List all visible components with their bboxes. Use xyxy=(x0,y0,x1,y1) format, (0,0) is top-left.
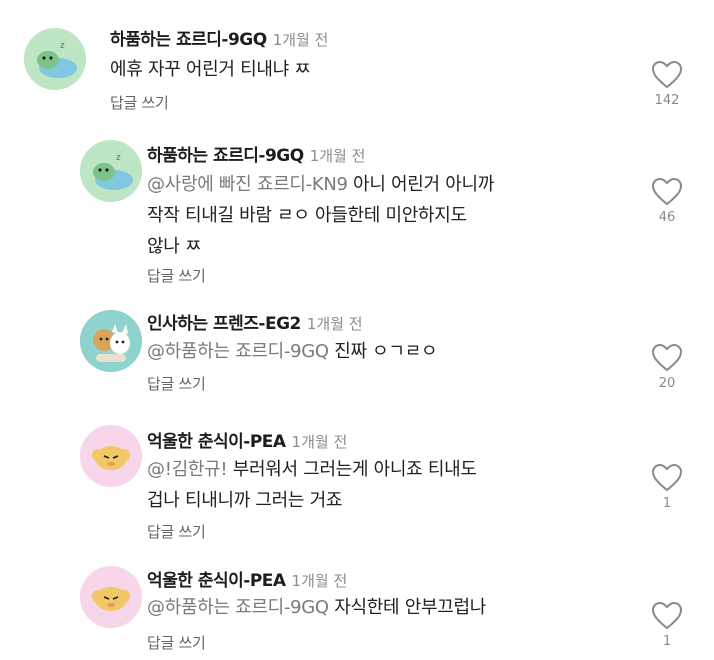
like-button[interactable]: 1 xyxy=(647,601,687,649)
mention-link[interactable]: @사랑에 빠진 죠르디-KN9 xyxy=(147,174,348,195)
comment-header: 억울한 춘식이-PEA 1개월 전 xyxy=(147,566,347,591)
like-count: 142 xyxy=(654,93,680,108)
comment-line: 진짜 ㅇㄱㄹㅇ xyxy=(328,341,438,362)
comment-header: 억울한 춘식이-PEA 1개월 전 xyxy=(147,427,347,452)
username[interactable]: 억울한 춘식이-PEA xyxy=(147,432,286,452)
heart-outline-icon xyxy=(651,463,683,492)
comment-text: @하품하는 죠르디-9GQ 진짜 ㅇㄱㄹㅇ xyxy=(147,336,438,367)
username[interactable]: 하품하는 죠르디-9GQ xyxy=(110,30,267,50)
comment-text: @사랑에 빠진 죠르디-KN9 아니 어린거 아니까 작작 티내길 바람 ㄹㅇ … xyxy=(147,169,494,262)
comment-line: 겁나 티내니까 그러는 거죠 xyxy=(147,490,343,511)
avatar[interactable] xyxy=(80,425,142,487)
like-button[interactable]: 20 xyxy=(647,343,687,391)
like-count: 20 xyxy=(658,376,676,391)
jordy-avatar-icon: z xyxy=(24,28,86,90)
mention-link[interactable]: @하품하는 죠르디-9GQ xyxy=(147,597,329,618)
comment-line: 에휴 자꾸 어린거 티내냐 ㅉ xyxy=(110,59,311,80)
like-button[interactable]: 142 xyxy=(647,60,687,108)
friends-avatar-icon xyxy=(80,310,142,372)
username[interactable]: 인사하는 프렌즈-EG2 xyxy=(147,314,301,334)
comment-header: 하품하는 죠르디-9GQ 1개월 전 xyxy=(147,141,365,166)
comment-line: 않나 ㅉ xyxy=(147,236,202,257)
heart-outline-icon xyxy=(651,60,683,89)
comment-text: @!김한규! 부러워서 그러는게 아니죠 티내도 겁나 티내니까 그러는 거죠 xyxy=(147,454,477,516)
reply-button[interactable]: 답글 쓰기 xyxy=(147,265,206,286)
username[interactable]: 하품하는 죠르디-9GQ xyxy=(147,146,304,166)
like-count: 1 xyxy=(662,496,672,511)
reply-button[interactable]: 답글 쓰기 xyxy=(147,373,206,394)
mention-link[interactable]: @!김한규! xyxy=(147,459,228,480)
like-button[interactable]: 46 xyxy=(647,177,687,225)
svg-text:z: z xyxy=(60,41,65,51)
comment-text: @하품하는 죠르디-9GQ 자식한테 안부끄럽나 xyxy=(147,592,486,623)
mention-link[interactable]: @하품하는 죠르디-9GQ xyxy=(147,341,329,362)
heart-outline-icon xyxy=(651,177,683,206)
choonsik-avatar-icon xyxy=(80,425,142,487)
reply-button[interactable]: 답글 쓰기 xyxy=(147,521,206,542)
comment-text: 에휴 자꾸 어린거 티내냐 ㅉ xyxy=(110,54,311,85)
timestamp: 1개월 전 xyxy=(291,572,348,590)
comment-header: 인사하는 프렌즈-EG2 1개월 전 xyxy=(147,309,363,334)
comment-line: 자식한테 안부끄럽나 xyxy=(328,597,486,618)
choonsik-avatar-icon xyxy=(80,566,142,628)
comment-line: 부러워서 그러는게 아니죠 티내도 xyxy=(227,459,477,480)
reply-button[interactable]: 답글 쓰기 xyxy=(110,92,169,113)
heart-outline-icon xyxy=(651,601,683,630)
avatar[interactable] xyxy=(80,310,142,372)
heart-outline-icon xyxy=(651,343,683,372)
like-button[interactable]: 1 xyxy=(647,463,687,511)
timestamp: 1개월 전 xyxy=(309,147,366,165)
reply-button[interactable]: 답글 쓰기 xyxy=(147,632,206,653)
timestamp: 1개월 전 xyxy=(272,31,329,49)
comment-line: 작작 티내길 바람 ㄹㅇ 아들한테 미안하지도 xyxy=(147,205,467,226)
username[interactable]: 억울한 춘식이-PEA xyxy=(147,571,286,591)
avatar[interactable]: z xyxy=(80,140,142,202)
avatar[interactable]: z xyxy=(24,28,86,90)
avatar[interactable] xyxy=(80,566,142,628)
timestamp: 1개월 전 xyxy=(306,315,363,333)
like-count: 46 xyxy=(658,210,676,225)
svg-text:z: z xyxy=(116,153,121,163)
jordy-avatar-icon: z xyxy=(80,140,142,202)
timestamp: 1개월 전 xyxy=(291,433,348,451)
comment-header: 하품하는 죠르디-9GQ 1개월 전 xyxy=(110,25,328,50)
like-count: 1 xyxy=(662,634,672,649)
comment-line: 아니 어린거 아니까 xyxy=(347,174,494,195)
